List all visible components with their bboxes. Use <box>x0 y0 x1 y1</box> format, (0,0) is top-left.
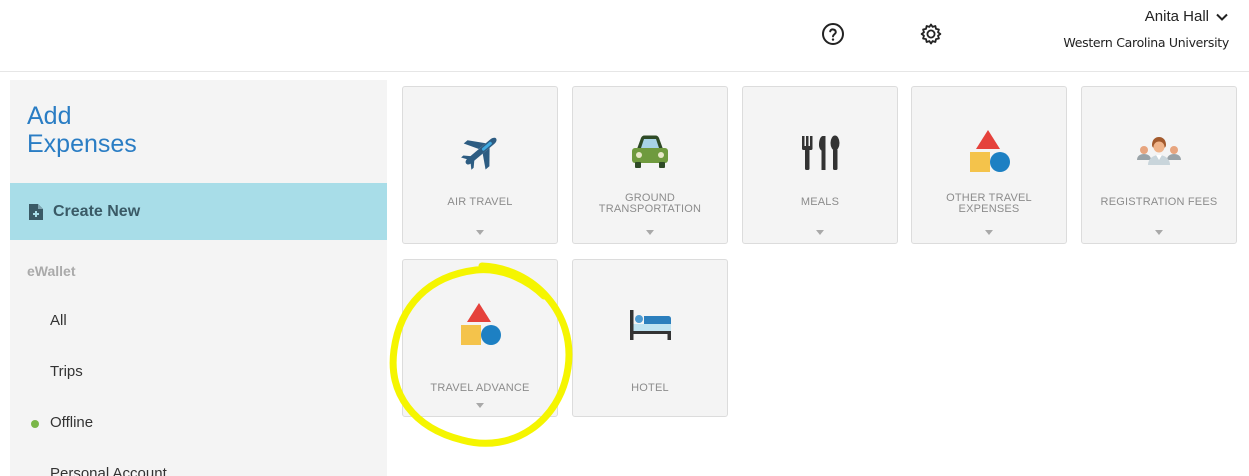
tile-hotel[interactable]: HOTEL <box>572 259 728 417</box>
sidebar-item-trips[interactable]: Trips <box>50 363 83 380</box>
gear-icon[interactable] <box>919 22 943 46</box>
tile-air-travel[interactable]: AIR TRAVEL <box>402 86 558 244</box>
sidebar-item-offline[interactable]: Offline <box>50 414 93 431</box>
tile-travel-advance-label: TRAVEL ADVANCE <box>430 382 530 394</box>
airplane-icon <box>461 137 497 170</box>
new-document-icon <box>29 203 43 220</box>
chevron-down-icon <box>1216 13 1228 21</box>
tile-ground-label-line2: TRANSPORTATION <box>598 203 702 215</box>
tile-air-travel-label: AIR TRAVEL <box>447 196 513 208</box>
sidebar: Add Expenses Create New eWallet All Trip… <box>10 80 387 476</box>
shapes-icon <box>970 130 1010 172</box>
page-title: Add Expenses <box>27 102 137 158</box>
tile-registration-fees-label: REGISTRATION FEES <box>1100 196 1218 208</box>
user-name: Anita Hall <box>1144 8 1209 25</box>
tile-travel-advance[interactable]: TRAVEL ADVANCE <box>402 259 558 417</box>
bed-icon <box>630 310 671 340</box>
help-icon[interactable] <box>821 22 845 46</box>
chevron-down-icon <box>476 403 484 408</box>
offline-status-dot <box>31 420 39 428</box>
page-title-line1: Add <box>27 102 72 130</box>
tile-other-label-line2: EXPENSES <box>958 203 1020 215</box>
sidebar-item-personal-account[interactable]: Personal Account <box>50 465 167 476</box>
tile-meals[interactable]: MEALS <box>742 86 898 244</box>
create-new-button[interactable]: Create New <box>10 183 387 240</box>
chevron-down-icon <box>1155 230 1163 235</box>
tile-registration-fees[interactable]: REGISTRATION FEES <box>1081 86 1237 244</box>
tile-other-travel-expenses[interactable]: OTHER TRAVEL EXPENSES <box>911 86 1067 244</box>
shapes-icon <box>461 303 501 345</box>
organization-name: Western Carolina University <box>1063 35 1229 50</box>
tile-ground-transportation-label: GROUND TRANSPORTATION <box>573 193 727 215</box>
page-title-line2: Expenses <box>27 130 137 158</box>
ewallet-section-label: eWallet <box>27 263 76 279</box>
chevron-down-icon <box>646 230 654 235</box>
tile-hotel-label: HOTEL <box>631 382 669 394</box>
user-menu[interactable]: Anita Hall Western Carolina University <box>1063 8 1229 50</box>
tile-ground-transportation[interactable]: GROUND TRANSPORTATION <box>572 86 728 244</box>
car-icon <box>632 135 668 168</box>
top-header: Anita Hall Western Carolina University <box>0 0 1249 72</box>
chevron-down-icon <box>476 230 484 235</box>
utensils-icon <box>802 135 840 170</box>
chevron-down-icon <box>985 230 993 235</box>
tile-other-travel-expenses-label: OTHER TRAVEL EXPENSES <box>912 193 1066 215</box>
attendees-icon <box>1137 137 1181 165</box>
tile-meals-label: MEALS <box>800 196 840 208</box>
create-new-label: Create New <box>53 202 141 220</box>
chevron-down-icon <box>816 230 824 235</box>
user-name-toggle[interactable]: Anita Hall <box>1145 8 1229 25</box>
sidebar-item-all[interactable]: All <box>50 312 67 329</box>
